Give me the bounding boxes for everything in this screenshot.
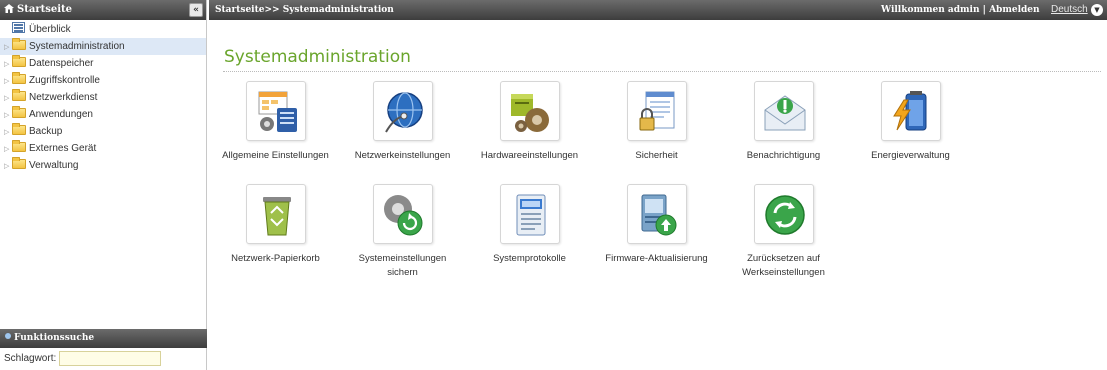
tile-allgemeine-einstellungen[interactable]: Allgemeine Einstellungen <box>212 81 339 163</box>
welcome-text: Willkommen admin | Abmelden <box>881 0 1040 20</box>
sidebar-item-anwendungen[interactable]: ▷ Anwendungen <box>0 106 206 123</box>
tile-systemeinstellungen-sichern[interactable]: Systemeinstellungen sichern <box>339 184 466 280</box>
tile-systemprotokolle[interactable]: Systemprotokolle <box>466 184 593 266</box>
sidebar-item-ueberblick[interactable]: Überblick <box>0 21 206 38</box>
sidebar-item-backup[interactable]: ▷ Backup <box>0 123 206 140</box>
tile-energieverwaltung[interactable]: Energieverwaltung <box>847 81 974 163</box>
expand-arrow-icon[interactable]: ▷ <box>4 141 12 158</box>
folder-icon <box>12 89 26 101</box>
sidebar-item-systemadministration[interactable]: ▷ Systemadministration <box>0 38 206 55</box>
tile-zuruecksetzen-werkseinstellungen[interactable]: Zurücksetzen auf Werkseinstellungen <box>720 184 847 280</box>
folder-icon <box>12 38 26 50</box>
breadcrumb[interactable]: Startseite>> Systemadministration <box>215 0 394 20</box>
bullet-icon <box>5 333 11 339</box>
sidebar-item-netzwerkdienst[interactable]: ▷ Netzwerkdienst <box>0 89 206 106</box>
tile-label: Systemprotokolle <box>493 253 566 264</box>
navigation-tree: Überblick ▷ Systemadministration ▷ Datensp… <box>0 20 206 174</box>
folder-icon <box>12 106 26 118</box>
title-divider <box>223 71 1101 72</box>
tile-label: Energieverwaltung <box>871 150 950 161</box>
folder-icon <box>12 140 26 152</box>
sidebar-item-label: Systemadministration <box>29 41 125 52</box>
tile-label: Firmware-Aktualisierung <box>605 253 708 264</box>
folder-icon <box>12 72 26 84</box>
chevron-down-icon[interactable]: ▼ <box>1091 4 1103 16</box>
logout-link[interactable]: Abmelden <box>989 5 1040 15</box>
security-lock-icon[interactable] <box>626 81 687 141</box>
welcome-label: Willkommen admin | <box>881 5 986 15</box>
tile-label: Netzwerk-Papierkorb <box>231 253 320 264</box>
sidebar-item-label: Datenspeicher <box>29 58 94 69</box>
expand-arrow-icon[interactable]: ▷ <box>4 90 12 107</box>
tile-sicherheit[interactable]: Sicherheit <box>593 81 720 163</box>
firmware-update-icon[interactable] <box>626 184 687 244</box>
hardware-gear-icon[interactable] <box>499 81 560 141</box>
tile-label: Systemeinstellungen <box>358 253 447 264</box>
expand-arrow-icon[interactable]: ▷ <box>4 73 12 90</box>
recycle-bin-icon[interactable] <box>245 184 306 244</box>
tile-firmware-aktualisierung[interactable]: Firmware-Aktualisierung <box>593 184 720 266</box>
overview-icon <box>12 22 25 33</box>
sidebar-item-label: Verwaltung <box>29 160 79 171</box>
language-selector[interactable]: Deutsch <box>1051 0 1088 20</box>
tile-label-line2: Werkseinstellungen <box>742 267 825 278</box>
tile-netzwerkeinstellungen[interactable]: Netzwerkeinstellungen <box>339 81 466 163</box>
expand-arrow-icon[interactable]: ▷ <box>4 39 12 56</box>
network-globe-icon[interactable] <box>372 81 433 141</box>
sidebar-item-label: Überblick <box>29 24 71 35</box>
tile-hardwareeinstellungen[interactable]: Hardwareeinstellungen <box>466 81 593 163</box>
sidebar-item-label: Netzwerkdienst <box>29 92 98 103</box>
expand-arrow-icon[interactable]: ▷ <box>4 124 12 141</box>
sidebar-item-label: Zugriffskontrolle <box>29 75 100 86</box>
function-search-title: Funktionssuche <box>14 333 95 343</box>
sidebar-item-label: Externes Gerät <box>29 143 97 154</box>
tile-label-line2: sichern <box>387 267 418 278</box>
home-icon <box>4 4 14 13</box>
sidebar: Startseite « Überblick ▷ Systemadministra… <box>0 0 207 370</box>
tile-label: Benachrichtigung <box>746 150 821 161</box>
keyword-label: Schlagwort: <box>4 353 57 364</box>
function-search-panel: Funktionssuche Schlagwort: <box>0 329 207 370</box>
page-title: Systemadministration <box>224 47 411 67</box>
function-search-header: Funktionssuche <box>0 329 207 348</box>
tile-netzwerk-papierkorb[interactable]: Netzwerk-Papierkorb <box>212 184 339 266</box>
keyword-input[interactable] <box>59 350 162 366</box>
tile-label: Hardwareeinstellungen <box>480 150 579 161</box>
sidebar-item-externes-geraet[interactable]: ▷ Externes Gerät <box>0 140 206 157</box>
general-settings-icon[interactable] <box>245 81 306 141</box>
folder-icon <box>12 55 26 67</box>
sidebar-item-verwaltung[interactable]: ▷ Verwaltung <box>0 157 206 174</box>
notification-mail-icon[interactable] <box>753 81 814 141</box>
expand-arrow-icon[interactable]: ▷ <box>4 56 12 73</box>
top-bar: Startseite>> Systemadministration Willko… <box>209 0 1107 20</box>
sidebar-title: Startseite <box>17 4 72 15</box>
folder-icon <box>12 157 26 169</box>
factory-reset-icon[interactable] <box>753 184 814 244</box>
sidebar-header: Startseite « <box>0 0 206 20</box>
tile-benachrichtigung[interactable]: Benachrichtigung <box>720 81 847 163</box>
tile-label: Zurücksetzen auf <box>747 253 820 264</box>
keyword-row: Schlagwort: <box>0 348 207 370</box>
main-content: Systemadministration Allgemeine Einstell… <box>209 20 1107 370</box>
sidebar-item-label: Backup <box>29 126 63 137</box>
folder-icon <box>12 123 26 135</box>
expand-arrow-icon[interactable]: ▷ <box>4 107 12 124</box>
system-log-icon[interactable] <box>499 184 560 244</box>
sidebar-item-datenspeicher[interactable]: ▷ Datenspeicher <box>0 55 206 72</box>
tile-label: Sicherheit <box>635 150 678 161</box>
sidebar-item-label: Anwendungen <box>29 109 93 120</box>
tile-label: Allgemeine Einstellungen <box>222 150 329 161</box>
power-battery-icon[interactable] <box>880 81 941 141</box>
tile-label: Netzwerkeinstellungen <box>354 150 451 161</box>
collapse-sidebar-button[interactable]: « <box>189 3 203 17</box>
backup-settings-icon[interactable] <box>372 184 433 244</box>
expand-arrow-icon[interactable]: ▷ <box>4 158 12 175</box>
sidebar-item-zugriffskontrolle[interactable]: ▷ Zugriffskontrolle <box>0 72 206 89</box>
